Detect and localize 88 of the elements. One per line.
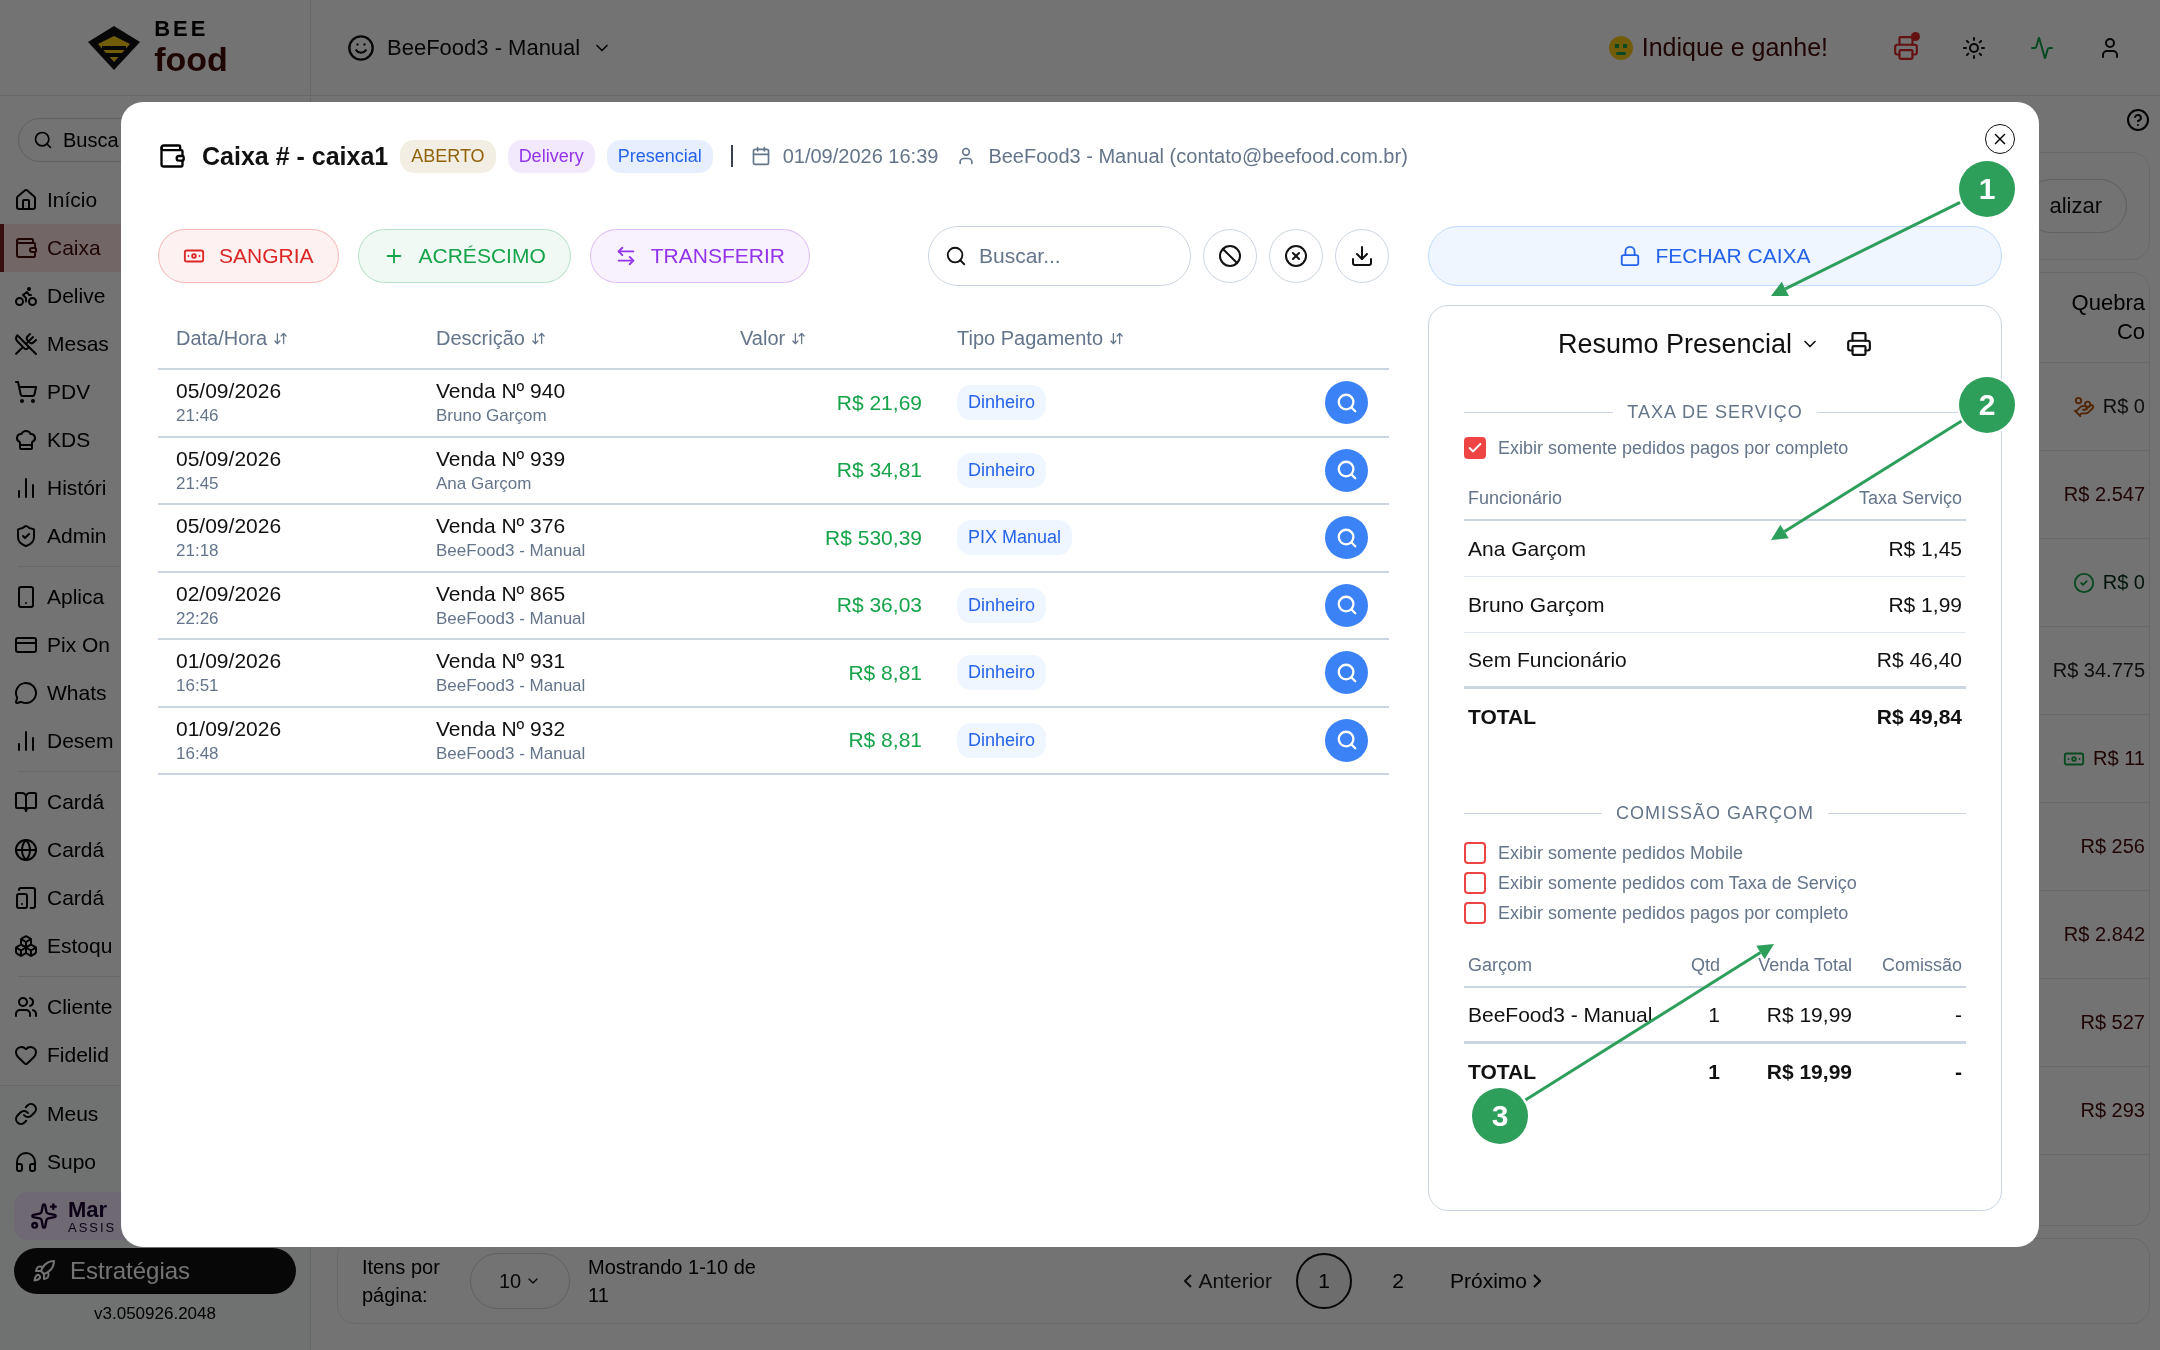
employee-text: Bruno Garçom bbox=[436, 406, 548, 427]
table-cell: R$ 527 bbox=[2080, 1011, 2145, 1034]
employee-text: BeeFood3 - Manual bbox=[436, 541, 587, 562]
value-cell-text: R$ 36,03 bbox=[835, 593, 923, 618]
table-cell: R$ 0 bbox=[2102, 571, 2145, 594]
time-text: 21:45 bbox=[176, 473, 220, 494]
value-cell-text: R$ 21,69 bbox=[835, 390, 923, 415]
table-cell-text: Bruno Garçom bbox=[1468, 592, 1606, 617]
table-cell: R$ 0 bbox=[2102, 395, 2145, 418]
column-header: Quebra bbox=[2071, 288, 2145, 317]
column-header: Taxa Serviço bbox=[1857, 487, 1962, 509]
description-text: Venda Nº 940 bbox=[436, 379, 567, 404]
table-cell: R$ 34.775 bbox=[2052, 659, 2145, 682]
opened-date: 01/09/2026 16:39 bbox=[782, 144, 939, 168]
showing-text: Mostrando 1-10 de 11 bbox=[588, 1255, 757, 1308]
table-cell-text: - bbox=[1954, 1002, 1962, 1027]
total-cell-text: TOTAL bbox=[1468, 705, 1538, 729]
table-cell-text: R$ 1,99 bbox=[1887, 592, 1962, 617]
table-cell-text: R$ 1,45 bbox=[1887, 536, 1962, 561]
status-badge: ABERTO bbox=[400, 139, 496, 173]
payment-tag: Dinheiro bbox=[957, 452, 1047, 488]
value-cell-text: R$ 34,81 bbox=[835, 458, 923, 483]
date-text: 02/09/2026 bbox=[176, 581, 283, 606]
logo-text: food bbox=[154, 40, 228, 79]
table-cell: R$ 11 bbox=[2093, 747, 2145, 770]
checkbox-label: Exibir somente pedidos Mobile bbox=[1498, 842, 1744, 864]
assistant-title: Mar bbox=[68, 1198, 109, 1221]
checkbox-label: Exibir somente pedidos com Taxa de Serviço bbox=[1498, 872, 1857, 894]
table-cell: R$ 2.842 bbox=[2063, 923, 2145, 946]
time-text: 22:26 bbox=[176, 608, 220, 629]
checkbox-label: Exibir somente pedidos pagos por completo bbox=[1498, 902, 1849, 924]
date-text: 01/09/2026 bbox=[176, 649, 283, 674]
time-text: 21:46 bbox=[176, 406, 220, 427]
checkbox-label: Exibir somente pedidos pagos por completo bbox=[1498, 437, 1849, 459]
status-badge: Delivery bbox=[507, 139, 595, 173]
employee-text: BeeFood3 - Manual bbox=[436, 676, 587, 697]
date-text: 05/09/2026 bbox=[176, 379, 283, 404]
column-header: Co bbox=[2116, 317, 2145, 346]
column-header: Qtd bbox=[1690, 954, 1720, 976]
table-cell-text: BeeFood3 - Manual bbox=[1468, 1002, 1654, 1027]
payment-tag: Dinheiro bbox=[957, 655, 1047, 691]
table-cell-text: 1 bbox=[1707, 1002, 1720, 1027]
description-text: Venda Nº 865 bbox=[436, 581, 567, 606]
total-cell-text: TOTAL bbox=[1468, 1060, 1538, 1084]
total-cell-text: R$ 19,99 bbox=[1765, 1060, 1852, 1084]
dialog-title: Caixa # - caixa1 bbox=[202, 141, 389, 171]
description-text: Venda Nº 931 bbox=[436, 649, 567, 674]
employee-text: BeeFood3 - Manual bbox=[436, 743, 587, 764]
time-text: 16:48 bbox=[176, 743, 220, 764]
payment-tag: Dinheiro bbox=[957, 385, 1047, 421]
table-cell-text: Sem Funcionário bbox=[1468, 647, 1628, 672]
payment-tag: Dinheiro bbox=[957, 587, 1047, 623]
description-text: Venda Nº 376 bbox=[436, 514, 567, 539]
time-text: 21:18 bbox=[176, 541, 220, 562]
table-cell-text: R$ 19,99 bbox=[1765, 1002, 1852, 1027]
version-text: v3.050926.2048 bbox=[93, 1304, 217, 1324]
table-cell: R$ 2.547 bbox=[2063, 483, 2145, 506]
total-cell-text: 1 bbox=[1707, 1060, 1720, 1084]
value-cell-text: R$ 8,81 bbox=[847, 660, 923, 685]
column-header: Comissão bbox=[1880, 954, 1962, 976]
date-text: 05/09/2026 bbox=[176, 514, 283, 539]
logo-text: BEE bbox=[154, 16, 210, 41]
status-badge: Presencial bbox=[606, 139, 713, 173]
section-title: TAXA DE SERVIÇO bbox=[1627, 402, 1803, 423]
table-cell: R$ 293 bbox=[2080, 1099, 2145, 1122]
table-cell-text: Ana Garçom bbox=[1468, 536, 1587, 561]
total-cell-text: R$ 49,84 bbox=[1875, 705, 1962, 729]
payment-tag: Dinheiro bbox=[957, 722, 1047, 758]
payment-tag: PIX Manual bbox=[957, 520, 1073, 556]
date-text: 01/09/2026 bbox=[176, 716, 283, 741]
employee-text: BeeFood3 - Manual bbox=[436, 608, 587, 629]
employee-text: Ana Garçom bbox=[436, 473, 533, 494]
total-cell-text: - bbox=[1954, 1060, 1962, 1084]
column-header: Funcionário bbox=[1468, 487, 1564, 509]
user-text: BeeFood3 - Manual (contato@beefood.com.br) bbox=[988, 144, 1408, 168]
column-header: Garçom bbox=[1468, 954, 1533, 976]
date-text: 05/09/2026 bbox=[176, 446, 283, 471]
table-cell-text: R$ 46,40 bbox=[1875, 647, 1962, 672]
description-text: Venda Nº 939 bbox=[436, 446, 567, 471]
value-cell-text: R$ 530,39 bbox=[824, 525, 923, 550]
column-header: Venda Total bbox=[1757, 954, 1852, 976]
per-page-label: Itens por página: bbox=[362, 1255, 441, 1308]
time-text: 16:51 bbox=[176, 676, 220, 697]
section-title: COMISSÃO GARÇOM bbox=[1616, 803, 1814, 824]
description-text: Venda Nº 932 bbox=[436, 716, 567, 741]
value-cell-text: R$ 8,81 bbox=[847, 728, 923, 753]
table-cell: R$ 256 bbox=[2080, 835, 2145, 858]
assistant-subtitle: ASSIS bbox=[68, 1220, 117, 1234]
